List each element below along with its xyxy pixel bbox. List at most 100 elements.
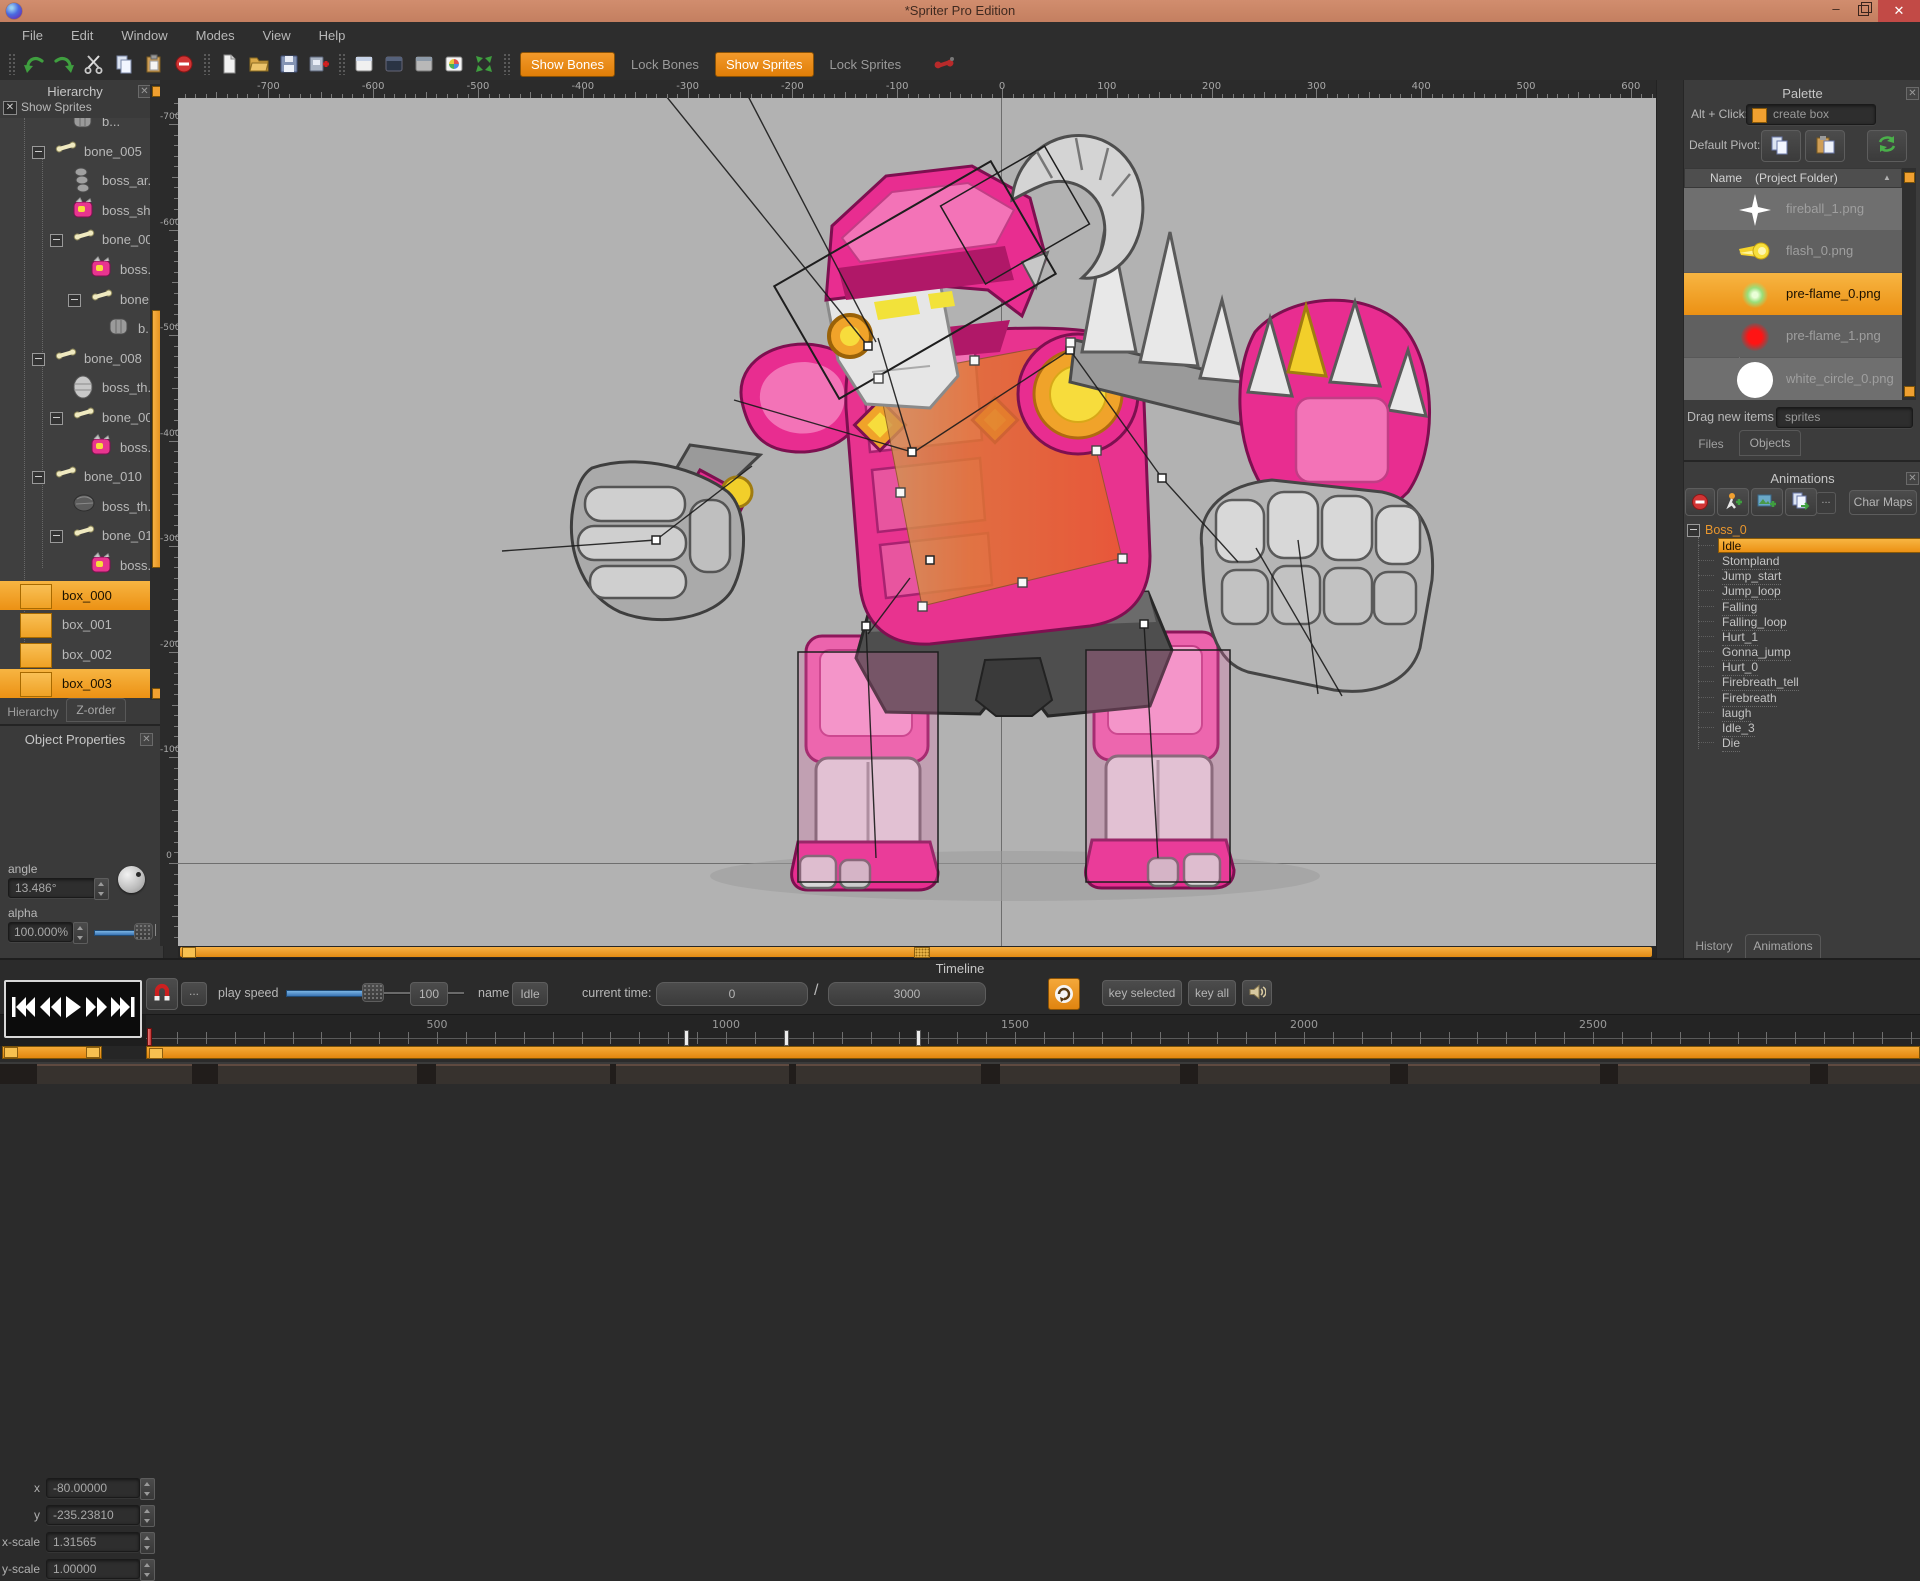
palette-file-row[interactable]: flash_0.png [1684,230,1902,272]
toggle-show-bones[interactable]: Show Bones [520,52,615,77]
toggle-show-sprites[interactable]: Show Sprites [715,52,814,77]
hierarchy-tree-row[interactable]: boss_ar... [0,166,150,195]
animation-item[interactable]: Stompland [1684,553,1920,568]
toolbar-grip[interactable] [338,53,345,75]
taskbar-segment[interactable] [1618,1064,1810,1084]
animation-item[interactable]: Idle [1684,538,1920,553]
hierarchy-tree-row[interactable]: boss_sh... [0,196,150,225]
prop-field-x-scale[interactable]: 1.31565 [46,1532,140,1552]
panel-splitter[interactable] [1656,80,1685,958]
alpha-slider-grip[interactable] [134,923,153,940]
view-light-icon[interactable] [349,51,379,77]
rewind-button[interactable] [38,994,62,1025]
new-image-button[interactable] [1751,488,1783,516]
copy-icon[interactable] [109,51,139,77]
palette-scrollbar-bottom-nub[interactable] [1904,386,1915,397]
toolbar-grip[interactable] [203,53,210,75]
redo-icon[interactable] [49,51,79,77]
drag-items-field[interactable]: sprites [1776,407,1913,428]
open-folder-icon[interactable] [244,51,274,77]
hierarchy-tree-row[interactable]: boss... [0,255,150,284]
menu-help[interactable]: Help [307,25,358,46]
new-file-icon[interactable] [214,51,244,77]
delete-animation-button[interactable] [1685,488,1715,516]
key-selected-button[interactable]: key selected [1102,980,1182,1006]
hierarchy-tree-row[interactable]: bone_005 [0,137,150,166]
menu-modes[interactable]: Modes [184,25,247,46]
pivot-refresh-button[interactable] [1867,130,1907,162]
key-all-button[interactable]: key all [1188,980,1236,1006]
left-mini-scrollbar-handle-a[interactable] [4,1047,18,1058]
palette-file-row[interactable]: white_circle_0.png [1684,358,1902,400]
animation-item[interactable]: Falling_loop [1684,614,1920,629]
animation-item[interactable]: Gonna_jump [1684,644,1920,659]
toggle-lock-sprites[interactable]: Lock Sprites [828,53,904,76]
animation-item[interactable]: laugh [1684,705,1920,720]
play-speed-slider-fill[interactable] [286,990,364,997]
import-icon[interactable] [304,51,334,77]
tab-files[interactable]: Files [1687,433,1735,455]
canvas-viewport[interactable] [178,98,1656,946]
tab-objects[interactable]: Objects [1739,430,1801,456]
keyframe-marker[interactable] [684,1030,689,1046]
animations-more-button[interactable]: ... [1816,492,1836,514]
taskbar-segment[interactable] [1408,1064,1600,1084]
taskbar-segment[interactable] [796,1064,981,1084]
prop-spinner-x-scale[interactable] [140,1532,155,1554]
tree-expander-icon[interactable] [32,146,45,159]
palette-close-icon[interactable]: ✕ [1906,87,1919,100]
create-box-field[interactable]: create box [1746,104,1876,125]
menu-window[interactable]: Window [109,25,179,46]
tab-hierarchy[interactable]: Hierarchy [2,702,64,722]
audio-button[interactable] [1242,980,1272,1006]
delete-icon[interactable] [169,51,199,77]
duplicate-animation-button[interactable] [1785,488,1817,516]
tree-expander-icon[interactable] [32,471,45,484]
snap-magnet-button[interactable] [146,978,178,1010]
hierarchy-tree-row[interactable]: b... [0,118,150,136]
save-icon[interactable] [274,51,304,77]
prop-field-y[interactable]: -235.23810 [46,1505,140,1525]
current-time-field[interactable]: 0 [656,982,808,1006]
tree-expander-icon[interactable] [50,530,63,543]
animation-item[interactable]: Hurt_1 [1684,629,1920,644]
left-mini-scrollbar-handle-b[interactable] [86,1047,100,1058]
view-grey-icon[interactable] [409,51,439,77]
angle-spinner[interactable] [94,878,109,900]
alpha-spinner[interactable] [73,922,88,944]
tab-z-order[interactable]: Z-order [66,698,126,722]
prop-field-x[interactable]: -80.00000 [46,1478,140,1498]
animation-item[interactable]: Jump_start [1684,568,1920,583]
hierarchy-tree-row[interactable]: bone_009 [0,403,150,432]
prop-spinner-y[interactable] [140,1505,155,1527]
menu-edit[interactable]: Edit [59,25,105,46]
animation-item[interactable]: Die [1684,735,1920,750]
taskbar-segment[interactable] [218,1064,417,1084]
view-dark-icon[interactable] [379,51,409,77]
animation-item[interactable]: Idle_3 [1684,720,1920,735]
play-speed-slider-grip[interactable] [362,983,384,1002]
prop-field-y-scale[interactable]: 1.00000 [46,1559,140,1579]
total-time-field[interactable]: 3000 [828,982,986,1006]
fullscreen-icon[interactable] [469,51,499,77]
hierarchy-box-row[interactable]: box_002 [0,640,150,669]
skip-end-button[interactable] [110,994,136,1025]
canvas-h-scrollbar-handle[interactable] [182,947,196,958]
pivot-copy-button[interactable] [1761,130,1801,162]
paste-icon[interactable] [139,51,169,77]
tree-expander-icon[interactable] [32,353,45,366]
toolbar-grip[interactable] [8,53,15,75]
hierarchy-tree-row[interactable]: bone_008 [0,344,150,373]
animation-item[interactable]: Jump_loop [1684,583,1920,598]
animation-item[interactable]: Falling [1684,599,1920,614]
boss-character-artwork[interactable] [178,98,1656,946]
hierarchy-tree-row[interactable]: b... [0,314,150,343]
new-animation-button[interactable] [1717,488,1749,516]
taskbar-segment[interactable] [1000,1064,1180,1084]
group-expander-icon[interactable] [1687,524,1700,537]
toolbar-grip[interactable] [503,53,510,75]
playhead[interactable] [147,1028,152,1046]
timeline-scrollbar[interactable] [146,1046,1920,1059]
timeline-ruler[interactable]: 5001000150020002500 [0,1014,1920,1047]
play-button[interactable] [64,994,82,1025]
